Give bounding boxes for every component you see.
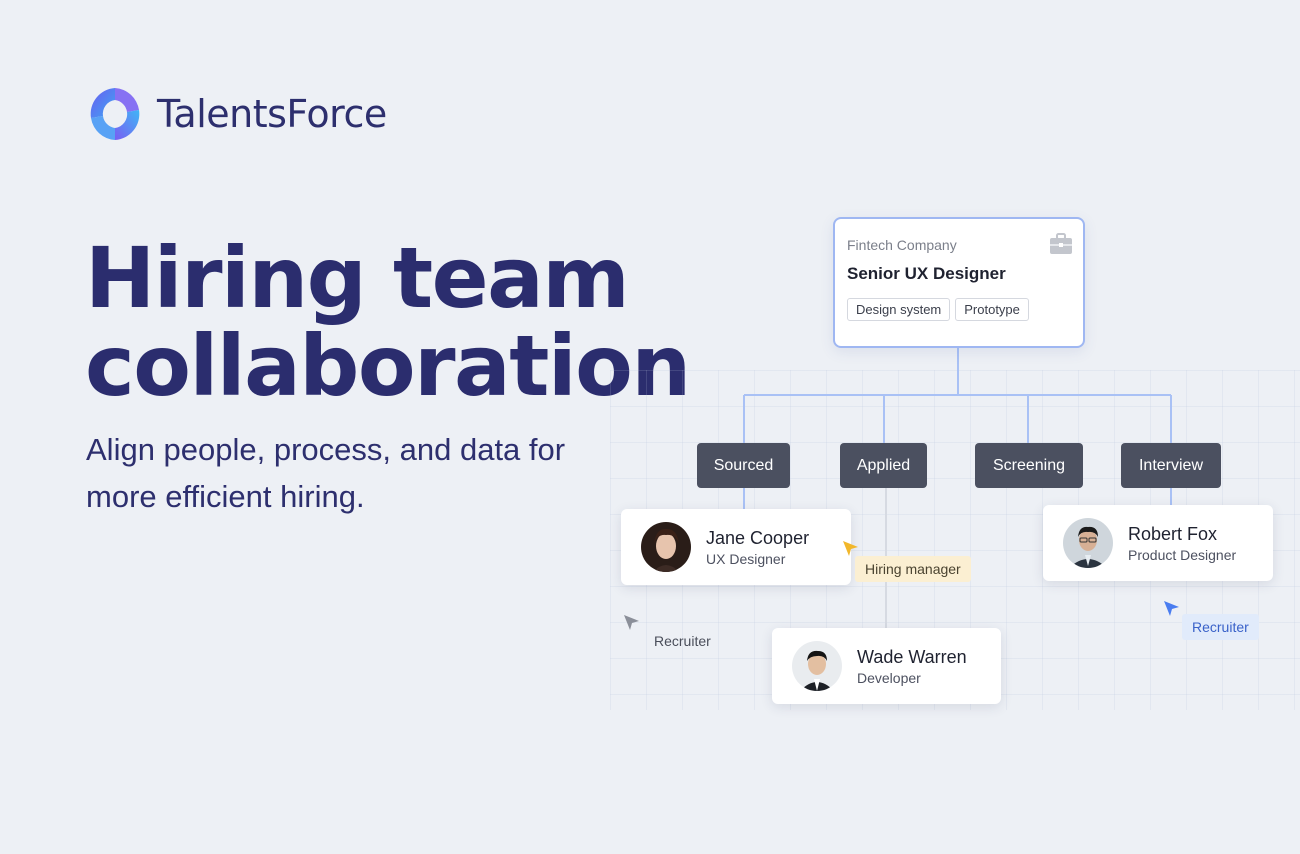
candidate-card-jane-cooper[interactable]: Jane Cooper UX Designer bbox=[621, 509, 851, 585]
headline-line-2: collaboration bbox=[85, 317, 691, 415]
page-subtitle: Align people, process, and data for more… bbox=[86, 426, 646, 520]
person-name: Jane Cooper bbox=[706, 527, 810, 548]
role-badge-recruiter-right: Recruiter bbox=[1182, 614, 1259, 640]
stage-interview[interactable]: Interview bbox=[1121, 443, 1221, 488]
person-name: Robert Fox bbox=[1128, 523, 1218, 544]
avatar bbox=[792, 641, 842, 691]
job-card[interactable]: Fintech Company Senior UX Designer Desig… bbox=[833, 217, 1085, 348]
role-badge-recruiter-left: Recruiter bbox=[654, 633, 711, 649]
avatar bbox=[1063, 518, 1113, 568]
person-info: Wade Warren Developer bbox=[857, 647, 967, 686]
person-role: Developer bbox=[857, 669, 921, 686]
person-name: Wade Warren bbox=[857, 646, 967, 667]
person-role: UX Designer bbox=[706, 550, 786, 567]
cursor-arrow-icon bbox=[624, 615, 639, 630]
tag-prototype[interactable]: Prototype bbox=[955, 298, 1029, 321]
subline-line-1: Align people, process, and data for bbox=[86, 432, 566, 467]
person-role: Product Designer bbox=[1128, 546, 1237, 563]
briefcase-icon bbox=[1050, 233, 1072, 254]
stage-applied[interactable]: Applied bbox=[840, 443, 927, 488]
brand-name: TalentsForce bbox=[157, 92, 387, 136]
job-title: Senior UX Designer bbox=[847, 264, 1006, 283]
job-company: Fintech Company bbox=[847, 237, 957, 253]
tag-design-system[interactable]: Design system bbox=[847, 298, 951, 321]
role-badge-hiring-manager: Hiring manager bbox=[855, 556, 971, 582]
page-title: Hiring team collaboration bbox=[85, 229, 691, 415]
candidate-card-wade-warren[interactable]: Wade Warren Developer bbox=[772, 628, 1001, 704]
stage-screening[interactable]: Screening bbox=[975, 443, 1083, 488]
person-info: Robert Fox Product Designer bbox=[1128, 524, 1236, 563]
subline-line-2: more efficient hiring. bbox=[86, 479, 365, 514]
person-info: Jane Cooper UX Designer bbox=[706, 528, 809, 567]
candidate-card-robert-fox[interactable]: Robert Fox Product Designer bbox=[1043, 505, 1273, 581]
brand-logo[interactable]: TalentsForce bbox=[85, 84, 387, 144]
avatar bbox=[641, 522, 691, 572]
headline-line-1: Hiring team bbox=[85, 229, 630, 327]
cursor-arrow-icon bbox=[1164, 601, 1179, 616]
logo-ring-icon bbox=[90, 88, 140, 140]
job-tags: Design system Prototype bbox=[847, 298, 1071, 321]
stage-sourced[interactable]: Sourced bbox=[697, 443, 790, 488]
